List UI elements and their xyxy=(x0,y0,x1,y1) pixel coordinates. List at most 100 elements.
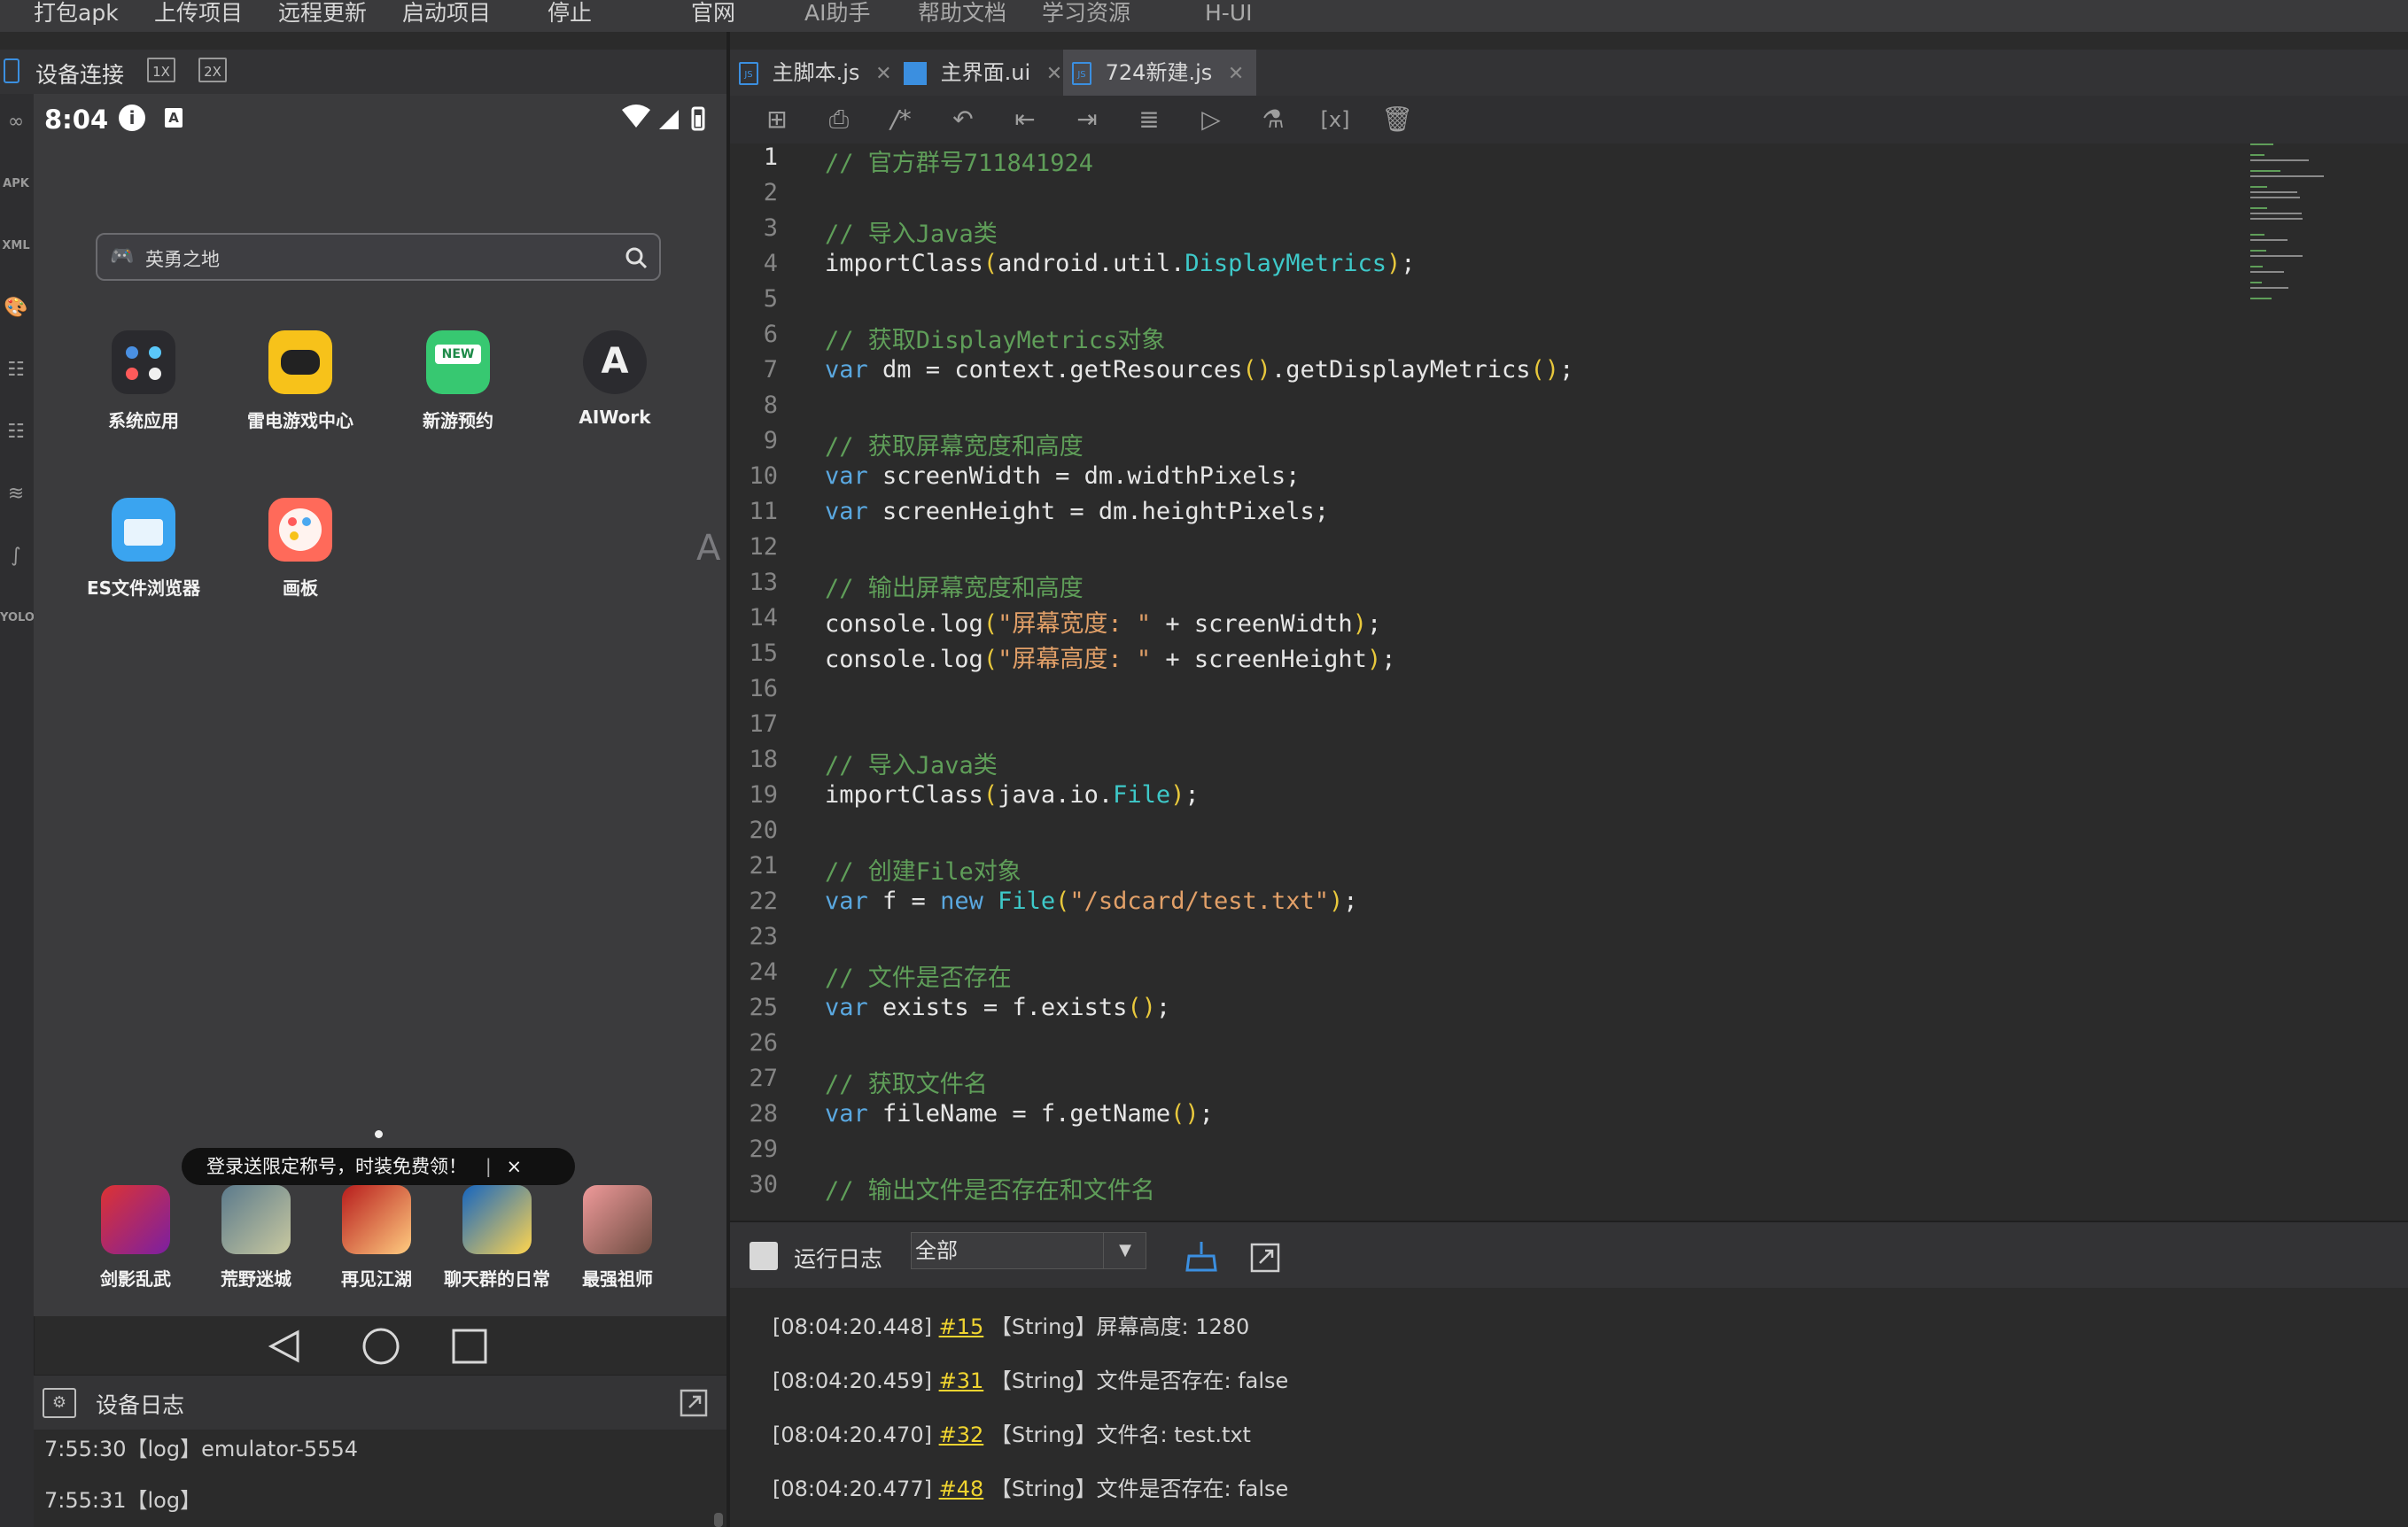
xml-icon[interactable]: XML xyxy=(0,227,32,266)
log-filter-select[interactable]: 全部 ▼ xyxy=(911,1232,1146,1269)
line-number: 18 xyxy=(749,746,778,773)
gamepad-small-icon: 🎮 xyxy=(110,245,135,267)
add-icon[interactable]: ⊞ xyxy=(758,101,796,138)
menu-remote-update[interactable]: 远程更新 xyxy=(278,0,367,32)
code-line[interactable]: // 获取文件名 xyxy=(825,1065,988,1099)
app-label: AIWork xyxy=(579,407,651,428)
code-line[interactable]: // 获取DisplayMetrics对象 xyxy=(825,321,1165,355)
app-es-file-explorer[interactable]: ES文件浏览器 xyxy=(68,498,219,600)
code-line[interactable]: var screenHeight = dm.heightPixels; xyxy=(825,498,1329,525)
format-icon[interactable]: ≣ xyxy=(1130,101,1168,138)
code-line[interactable]: var screenWidth = dm.widthPixels; xyxy=(825,462,1300,490)
tree-alt-icon[interactable]: ☷ xyxy=(0,413,32,452)
code-minimap[interactable] xyxy=(2250,143,2348,321)
menu-start-project[interactable]: 启动项目 xyxy=(402,0,491,32)
menu-learning-resources[interactable]: 学习资源 xyxy=(1042,0,1130,32)
outdent-icon[interactable]: ⇤ xyxy=(1006,101,1044,138)
log-line-link[interactable]: #32 xyxy=(939,1422,984,1447)
menu-stop[interactable]: 停止 xyxy=(548,0,592,32)
log-line-link[interactable]: #15 xyxy=(939,1314,984,1339)
banner-close-icon[interactable]: × xyxy=(506,1156,522,1177)
phone-search-box[interactable]: 🎮 英勇之地 xyxy=(96,233,661,281)
edge-panel-icon[interactable]: A xyxy=(696,528,720,569)
app-new-games[interactable]: NEW 新游预约 xyxy=(383,330,533,432)
code-line[interactable]: var f = new File("/sdcard/test.txt"); xyxy=(825,888,1358,915)
broom-icon[interactable] xyxy=(1184,1240,1219,1274)
yolo-icon[interactable]: YOLO xyxy=(0,599,35,638)
app-system-apps[interactable]: 系统应用 xyxy=(68,330,219,432)
code-line[interactable]: // 输出屏幕宽度和高度 xyxy=(825,569,1084,603)
wifi-icon[interactable]: ≋ xyxy=(0,475,32,514)
game-zaijian[interactable]: 再见江湖 xyxy=(316,1185,437,1291)
print-icon[interactable]: ⎙ xyxy=(820,101,858,138)
app-drawing-board[interactable]: 画板 xyxy=(225,498,376,600)
flask-icon[interactable]: ⚗ xyxy=(1254,101,1292,138)
log-line-link[interactable]: #48 xyxy=(939,1477,984,1501)
code-line[interactable]: console.log("屏幕高度: " + screenHeight); xyxy=(825,639,1395,674)
nav-home-icon[interactable] xyxy=(362,1328,400,1365)
scale-1x-button[interactable]: 1X xyxy=(147,58,175,82)
device-log-line: 7:55:31【log】 xyxy=(44,1488,202,1513)
code-token: ( xyxy=(1055,888,1070,915)
code-line[interactable]: // 输出文件是否存在和文件名 xyxy=(825,1171,1155,1205)
game-liaotianqun[interactable]: 聊天群的日常 xyxy=(437,1185,557,1291)
nav-recents-icon[interactable] xyxy=(452,1329,487,1364)
game-jianying[interactable]: 剑影乱武 xyxy=(75,1185,196,1291)
undo-icon[interactable]: ↶ xyxy=(944,101,982,138)
link-icon[interactable]: ∞ xyxy=(0,103,32,142)
log-entry: [08:04:20.477] #48 【String】文件是否存在: false xyxy=(773,1471,1288,1502)
code-line[interactable]: // 文件是否存在 xyxy=(825,958,1012,993)
code-line[interactable]: var exists = f.exists(); xyxy=(825,994,1170,1021)
scale-2x-button[interactable]: 2X xyxy=(198,58,227,82)
game-zuishi[interactable]: 最强祖师 xyxy=(557,1185,678,1291)
code-line[interactable]: var fileName = f.getName(); xyxy=(825,1100,1214,1128)
menu-h-ui[interactable]: H-UI xyxy=(1205,0,1253,32)
apk-icon[interactable]: APK xyxy=(0,165,32,204)
menu-official-site[interactable]: 官网 xyxy=(691,0,735,32)
tab-close-icon[interactable]: ✕ xyxy=(875,63,891,85)
menu-ai-assistant[interactable]: AI助手 xyxy=(804,0,870,32)
tab-main-ui[interactable]: 主界面.ui ✕ xyxy=(904,50,1069,96)
app-aiwork[interactable]: A AIWork xyxy=(540,330,690,428)
code-line[interactable]: // 创建File对象 xyxy=(825,852,1021,887)
code-token: "/sdcard/test.txt" xyxy=(1069,888,1330,915)
code-line[interactable]: // 导入Java类 xyxy=(825,214,998,249)
clear-icon[interactable]: 🗑 xyxy=(1379,101,1416,138)
tree-icon[interactable]: ☷ xyxy=(0,351,32,390)
palette-tool-icon[interactable]: 🎨 xyxy=(0,289,32,328)
variable-icon[interactable]: [x] xyxy=(1317,101,1354,138)
code-token: "屏幕高度: " xyxy=(998,646,1152,673)
log-line-link[interactable]: #31 xyxy=(939,1368,984,1393)
menu-help-docs[interactable]: 帮助文档 xyxy=(918,0,1006,32)
popout-icon[interactable] xyxy=(1249,1242,1281,1274)
search-icon[interactable] xyxy=(624,245,649,270)
code-line[interactable]: importClass(android.util.DisplayMetrics)… xyxy=(825,250,1416,277)
usb-icon[interactable]: ∫ xyxy=(0,537,32,576)
indent-icon[interactable]: ⇥ xyxy=(1068,101,1106,138)
tab-close-icon[interactable]: ✕ xyxy=(1046,63,1062,85)
menu-upload-project[interactable]: 上传项目 xyxy=(154,0,243,32)
code-line[interactable]: // 官方群号711841924 xyxy=(825,143,1093,178)
run-icon[interactable]: ▷ xyxy=(1192,101,1230,138)
tab-new-script[interactable]: JS 724新建.js ✕ xyxy=(1063,50,1257,96)
code-line[interactable]: // 导入Java类 xyxy=(825,746,998,780)
device-log-scrollbar[interactable] xyxy=(714,1513,723,1527)
promo-banner[interactable]: 登录送限定称号，时装免费领！ | × xyxy=(182,1148,575,1185)
game-huangye[interactable]: 荒野迷城 xyxy=(196,1185,316,1291)
menu-build-apk[interactable]: 打包apk xyxy=(34,0,119,32)
code-token: exists = f.exists xyxy=(867,994,1128,1021)
code-editor[interactable]: 1// 官方群号711841924 2 3// 导入Java类 4 importClas… xyxy=(730,143,2408,1221)
tab-main-script[interactable]: JS 主脚本.js ✕ xyxy=(739,50,899,96)
tab-close-icon[interactable]: ✕ xyxy=(1228,63,1244,85)
popout-icon[interactable] xyxy=(679,1388,709,1418)
nav-back-icon[interactable] xyxy=(268,1329,299,1363)
code-line[interactable]: console.log("屏幕宽度: " + screenWidth); xyxy=(825,604,1381,639)
app-game-center[interactable]: 雷电游戏中心 xyxy=(225,330,376,432)
code-line[interactable]: var dm = context.getResources().getDispl… xyxy=(825,356,1573,384)
code-line[interactable]: // 获取屏幕宽度和高度 xyxy=(825,427,1084,461)
code-line[interactable]: importClass(java.io.File); xyxy=(825,781,1200,809)
code-token: importClass xyxy=(825,781,983,809)
page-indicator xyxy=(375,1130,383,1138)
chevron-down-icon[interactable]: ▼ xyxy=(1103,1233,1146,1268)
comment-icon[interactable]: /* xyxy=(882,101,920,138)
